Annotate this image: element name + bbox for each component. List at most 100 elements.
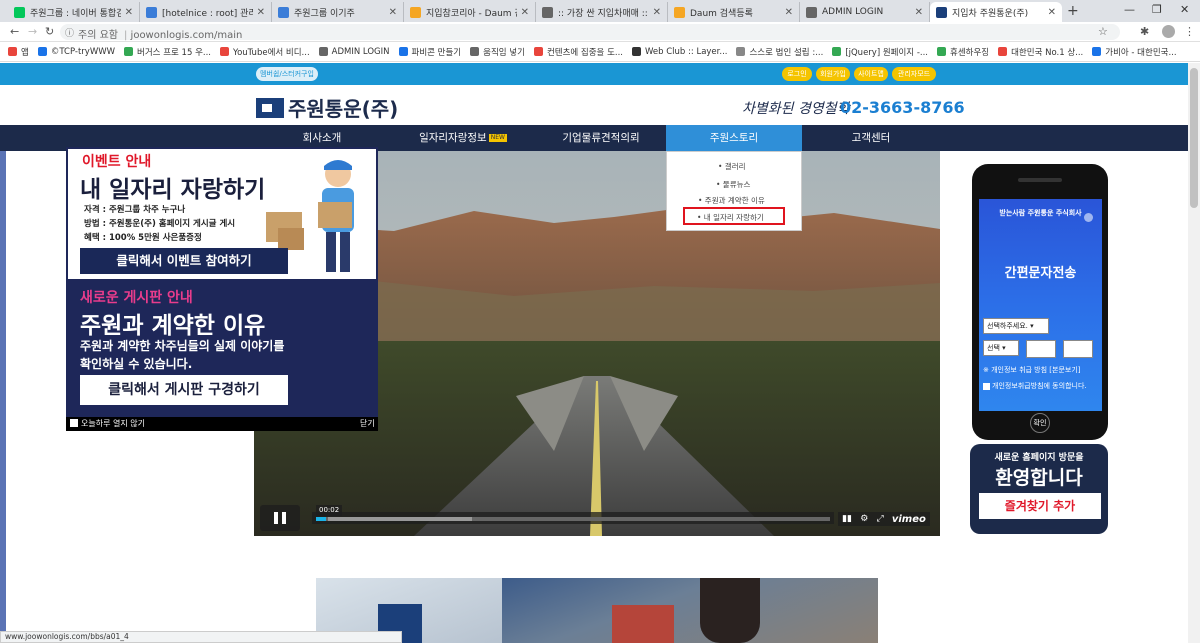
site-logo[interactable]: 주원통운(주) bbox=[256, 93, 398, 122]
scrollbar-thumb[interactable] bbox=[1190, 68, 1198, 208]
bookmark-item[interactable]: 휴센하우징 bbox=[937, 46, 989, 58]
bookmark-item[interactable]: [jQuery] 원페이지 -... bbox=[832, 46, 928, 58]
close-window-icon[interactable]: ✕ bbox=[1180, 3, 1189, 16]
reload-icon[interactable]: ↻ bbox=[45, 25, 54, 38]
tab-hotelnice[interactable]: [hotelnice : root] 관리자 페✕ bbox=[140, 2, 272, 22]
close-icon[interactable]: ✕ bbox=[257, 7, 265, 18]
bookmark-apps[interactable]: 앱 bbox=[8, 46, 29, 58]
close-circle-icon[interactable] bbox=[1084, 213, 1093, 222]
tab-naver[interactable]: 주원그룹 : 네이버 통합검색✕ bbox=[8, 2, 140, 22]
admin-button[interactable]: 관리자모드 bbox=[892, 67, 936, 81]
board-heading: 새로운 게시판 안내 bbox=[80, 290, 193, 306]
bookmark-item[interactable]: 움직임 넣기 bbox=[470, 46, 525, 58]
info-icon[interactable]: ⓘ bbox=[65, 26, 74, 39]
globe-icon bbox=[318, 47, 328, 56]
privacy-policy-link[interactable]: ※ 개인정보 취급 방침 [본문보기] bbox=[983, 365, 1081, 375]
volume-icon[interactable]: ▮▮ bbox=[842, 514, 852, 524]
new-tab-button[interactable]: + bbox=[1067, 3, 1079, 19]
bookmark-item[interactable]: 컨텐츠에 집중을 도... bbox=[533, 46, 623, 58]
welcome-subtitle: 새로운 홈페이지 방문을 bbox=[994, 453, 1084, 463]
star-icon[interactable]: ☆ bbox=[1098, 25, 1108, 38]
bookmark-item[interactable]: ©TCP-tryWWW bbox=[37, 47, 115, 57]
board-line: 주원과 계약한 차주님들의 실제 이야기를 bbox=[80, 339, 285, 353]
globe-icon bbox=[806, 6, 817, 18]
tab-jiip[interactable]: :: 가장 싼 지입차매매 :: 지입✕ bbox=[536, 2, 668, 22]
nav-job-info[interactable]: 일자리자랑정보 NEW bbox=[390, 125, 536, 151]
menu-icon[interactable]: ⋮ bbox=[1184, 25, 1195, 38]
profile-avatar[interactable] bbox=[1162, 25, 1175, 38]
bookmark-item[interactable]: 스스로 법인 설립 :... bbox=[736, 46, 823, 58]
forward-icon[interactable]: → bbox=[28, 25, 37, 38]
fullscreen-icon[interactable]: ⤢ bbox=[876, 514, 883, 524]
close-icon[interactable]: ✕ bbox=[1048, 7, 1056, 18]
board-view-button[interactable]: 클릭해서 게시판 구경하기 bbox=[80, 375, 288, 405]
security-label[interactable]: 주의 요함 bbox=[78, 30, 118, 41]
slogan: 차별화된 경영철학 bbox=[742, 101, 850, 117]
settings-icon[interactable]: ⚙ bbox=[860, 514, 868, 524]
dont-show-label[interactable]: 오늘하루 열지 않기 bbox=[81, 417, 145, 431]
event-join-button[interactable]: 클릭해서 이벤트 참여하기 bbox=[80, 248, 288, 274]
tab-daum-reg[interactable]: Daum 검색등록 ✕ bbox=[668, 2, 800, 22]
bookmark-item[interactable]: ADMIN LOGIN bbox=[318, 47, 390, 57]
dropdown-gallery[interactable]: • 갤러리 bbox=[718, 161, 746, 172]
bookmark-item[interactable]: 가비아 - 대한민국... bbox=[1092, 46, 1177, 58]
runner-illustration bbox=[700, 578, 760, 643]
dropdown-why-juwon[interactable]: • 주원과 계약한 이유 bbox=[698, 195, 765, 206]
phone-prefix-select[interactable]: 선택 ▾ bbox=[983, 340, 1019, 356]
tab-juwon[interactable]: 주원그룹 이기주 ✕ bbox=[272, 2, 404, 22]
extensions-icon[interactable]: ✱ bbox=[1140, 25, 1149, 38]
bookmark-item[interactable]: 파비콘 만들기 bbox=[398, 46, 461, 58]
globe-icon bbox=[146, 6, 157, 18]
phone-last-input[interactable] bbox=[1063, 340, 1093, 358]
minimize-icon[interactable]: — bbox=[1124, 3, 1135, 16]
left-edge-strip bbox=[0, 151, 6, 643]
recipient-select[interactable]: 선택하주세요. ▾ bbox=[983, 318, 1049, 334]
globe-icon bbox=[278, 6, 289, 18]
tab-admin[interactable]: ADMIN LOGIN ✕ bbox=[800, 2, 930, 22]
vimeo-logo[interactable]: vimeo bbox=[892, 514, 926, 525]
privacy-agree[interactable]: 개인정보취급방침에 동의합니다. bbox=[983, 381, 1087, 391]
close-icon[interactable]: ✕ bbox=[125, 7, 133, 18]
bookmark-item[interactable]: YouTube에서 비디... bbox=[220, 46, 310, 58]
nav-support[interactable]: 고객센터 bbox=[802, 125, 940, 151]
gabia-icon bbox=[1092, 47, 1102, 56]
tab-active-jiip[interactable]: 지입차 주원통운(주) ✕ bbox=[930, 2, 1062, 22]
back-icon[interactable]: ← bbox=[10, 25, 19, 38]
progress-fill bbox=[316, 517, 326, 521]
signup-button[interactable]: 회원가입 bbox=[816, 67, 850, 81]
event-line: 혜택 : 100% 5만원 사은품증정 bbox=[84, 233, 202, 243]
nav-story[interactable]: 주원스토리 bbox=[666, 125, 802, 151]
membership-button[interactable]: 멤버쉽/스터커구입 bbox=[256, 67, 318, 81]
video-time: 00:02 bbox=[316, 505, 343, 516]
new-badge: NEW bbox=[488, 134, 507, 142]
bookmark-item[interactable]: Web Club :: Layer... bbox=[632, 47, 727, 57]
globe-icon bbox=[542, 6, 553, 18]
close-icon[interactable]: ✕ bbox=[653, 7, 661, 18]
close-icon[interactable]: ✕ bbox=[389, 7, 397, 18]
dropdown-news[interactable]: • 물류뉴스 bbox=[716, 179, 750, 190]
phone-middle-input[interactable] bbox=[1026, 340, 1056, 358]
agree-checkbox[interactable] bbox=[983, 382, 990, 390]
event-heading: 이벤트 안내 bbox=[82, 154, 152, 170]
nav-logistics-quote[interactable]: 기업물류견적의뢰 bbox=[536, 125, 666, 151]
popup-close-button[interactable]: 닫기 bbox=[360, 417, 375, 431]
video-controls: ▮▮ ⚙ ⤢ vimeo bbox=[838, 512, 930, 526]
welcome-title: 환영합니다 bbox=[995, 467, 1083, 489]
naver-icon bbox=[14, 6, 25, 18]
dont-show-checkbox[interactable] bbox=[70, 419, 78, 427]
sitemap-button[interactable]: 사이트맵 bbox=[854, 67, 888, 81]
close-icon[interactable]: ✕ bbox=[521, 7, 529, 18]
login-button[interactable]: 로그인 bbox=[782, 67, 812, 81]
bookmark-icon bbox=[37, 47, 47, 56]
pause-button[interactable] bbox=[260, 505, 300, 531]
bookmark-item[interactable]: 버거스 프로 15 우... bbox=[124, 46, 211, 58]
maximize-icon[interactable]: ❐ bbox=[1152, 3, 1162, 16]
bookmark-item[interactable]: 대한민국 No.1 상... bbox=[998, 46, 1083, 58]
bookmark-icon bbox=[832, 47, 842, 56]
tab-daum[interactable]: 지입참코리아 - Daum 검색✕ bbox=[404, 2, 536, 22]
close-icon[interactable]: ✕ bbox=[915, 7, 923, 18]
close-icon[interactable]: ✕ bbox=[785, 7, 793, 18]
add-favorite-button[interactable]: 즐겨찾기 추가 bbox=[979, 493, 1101, 519]
sms-confirm-button[interactable]: 확인 bbox=[1030, 413, 1050, 433]
url-input[interactable]: 주의 요함 | joowonlogis.com/main bbox=[60, 24, 1120, 41]
